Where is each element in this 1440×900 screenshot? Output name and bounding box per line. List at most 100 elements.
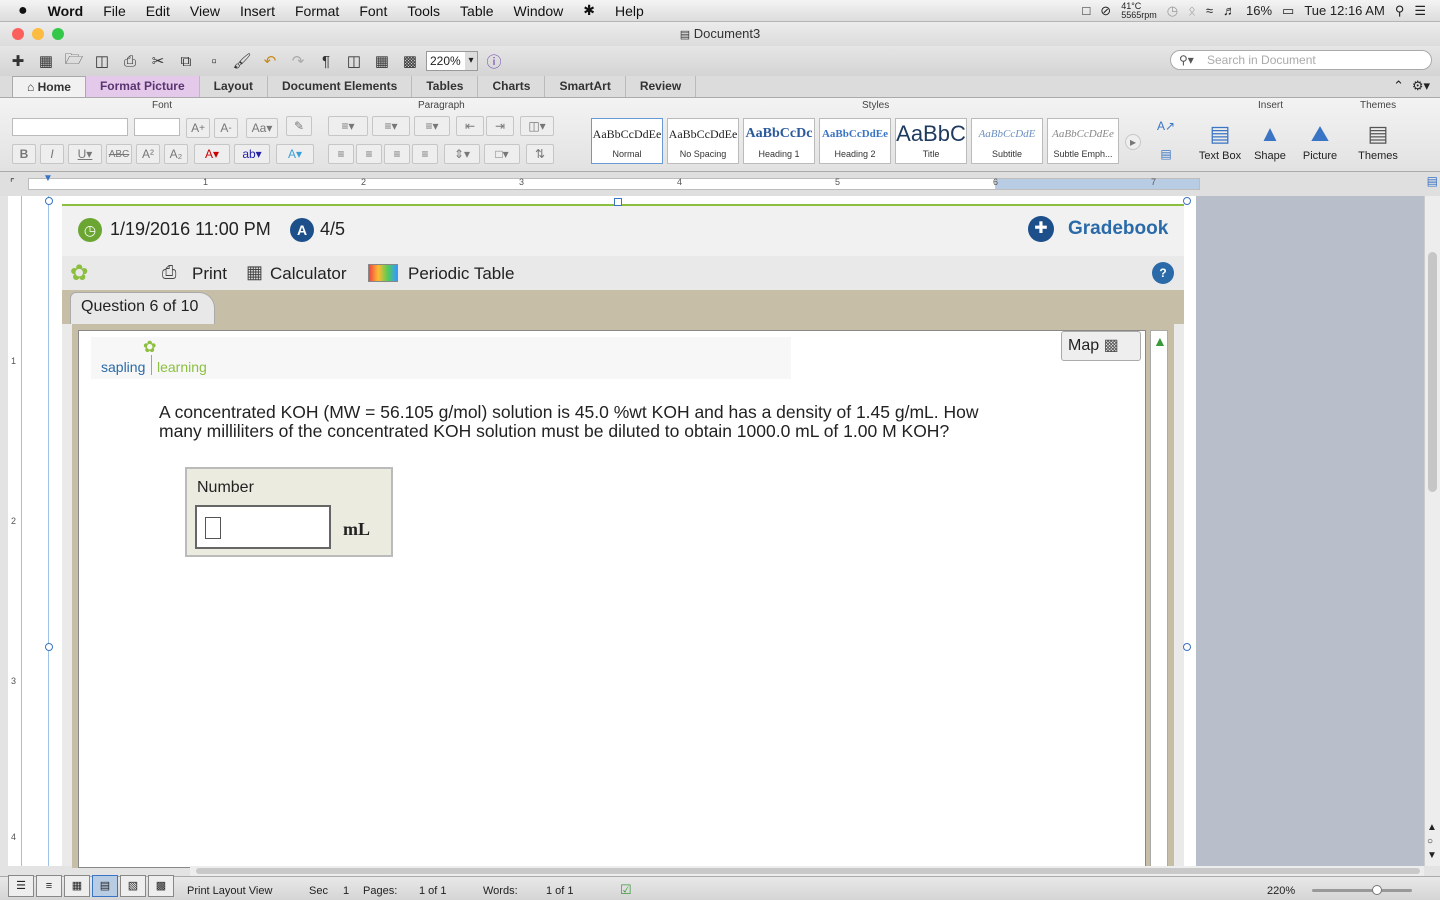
- style-subtle-emphasis[interactable]: AaBbCcDdEe Subtle Emph...: [1047, 118, 1119, 164]
- volume-icon[interactable]: ♬: [1223, 3, 1236, 18]
- multilevel-list-button[interactable]: ≡▾: [414, 116, 450, 136]
- manage-styles-icon[interactable]: ▤: [1152, 144, 1180, 164]
- periodic-table-icon[interactable]: [368, 264, 398, 282]
- open-folder-icon[interactable]: 🗁: [62, 50, 86, 72]
- copy-icon[interactable]: ⧉: [174, 50, 198, 72]
- tab-home[interactable]: ⌂ Home: [12, 76, 86, 97]
- dropbox-icon[interactable]: □: [1082, 3, 1090, 18]
- toolbox-icon[interactable]: ▩: [398, 50, 422, 72]
- menu-format[interactable]: Format: [285, 3, 349, 19]
- spelling-check-icon[interactable]: ☑: [620, 882, 632, 898]
- calculator-tool[interactable]: Calculator: [270, 264, 347, 284]
- bluetooth-icon[interactable]: ᛟ: [1188, 3, 1196, 18]
- decrease-indent-button[interactable]: ⇤: [456, 116, 484, 136]
- print-tool-icon[interactable]: ⎙: [162, 262, 176, 283]
- columns-button[interactable]: ◫▾: [520, 116, 554, 136]
- scroll-up-arrow-icon[interactable]: ▲: [1153, 333, 1167, 349]
- style-no-spacing[interactable]: AaBbCcDdEe No Spacing: [667, 118, 739, 164]
- save-icon[interactable]: ◫: [90, 50, 114, 72]
- temp-readout[interactable]: 41°C 5565rpm: [1121, 1, 1157, 20]
- zoom-slider-knob[interactable]: [1372, 885, 1382, 895]
- ruler-toggle-icon[interactable]: ▤: [1427, 174, 1438, 188]
- align-center-button[interactable]: ≡: [356, 144, 382, 164]
- periodic-table-tool[interactable]: Periodic Table: [408, 264, 514, 284]
- insert-text-box-button[interactable]: ▤ Text Box: [1196, 118, 1244, 168]
- format-painter-icon[interactable]: 🖌: [230, 50, 254, 72]
- answer-input[interactable]: [195, 505, 331, 549]
- font-color-button[interactable]: A▾: [194, 144, 230, 164]
- redo-icon[interactable]: ↷: [286, 50, 310, 72]
- publishing-view-icon[interactable]: ▦: [64, 875, 90, 897]
- sync-icon[interactable]: ⊘: [1100, 3, 1111, 19]
- print-layout-view-icon[interactable]: ▤: [92, 875, 118, 897]
- vertical-ruler[interactable]: 1 2 3 4: [8, 196, 22, 866]
- wifi-icon[interactable]: ≈: [1206, 3, 1213, 18]
- text-effects-button[interactable]: A▾: [276, 144, 314, 164]
- minimize-window-button[interactable]: [32, 28, 44, 40]
- spotlight-icon[interactable]: ⚲: [1395, 3, 1405, 19]
- gradebook-icon[interactable]: ✚: [1028, 216, 1054, 242]
- focus-view-icon[interactable]: ▩: [148, 875, 174, 897]
- tab-charts[interactable]: Charts: [478, 76, 546, 97]
- selected-picture[interactable]: ◷ 1/19/2016 11:00 PM A 4/5 ✚ Gradebook ✿…: [62, 204, 1184, 868]
- undo-icon[interactable]: ↶: [258, 50, 282, 72]
- increase-indent-button[interactable]: ⇥: [486, 116, 514, 136]
- bullets-button[interactable]: ≡▾: [328, 116, 368, 136]
- horizontal-scrollbar[interactable]: [190, 866, 1424, 876]
- numbering-button[interactable]: ≡▾: [372, 116, 410, 136]
- themes-button[interactable]: ▤ Themes: [1354, 118, 1402, 168]
- clock[interactable]: Tue 12:16 AM: [1304, 3, 1384, 18]
- print-icon[interactable]: ⎙: [118, 50, 142, 72]
- strikethrough-button[interactable]: ABC: [106, 144, 132, 164]
- menu-tools[interactable]: Tools: [397, 3, 450, 19]
- zoom-slider[interactable]: [1312, 885, 1412, 895]
- question-scrollbar[interactable]: ▲: [1150, 330, 1168, 868]
- browse-object-icon[interactable]: ○: [1427, 836, 1433, 847]
- selection-handle[interactable]: [45, 643, 53, 651]
- clear-formatting-button[interactable]: ✎: [286, 116, 312, 136]
- gradebook-link[interactable]: Gradebook: [1068, 218, 1168, 240]
- tab-stop-icon[interactable]: ⌜: [10, 178, 15, 189]
- scroll-thumb[interactable]: [1428, 252, 1437, 492]
- font-size-field[interactable]: [134, 118, 180, 136]
- line-spacing-button[interactable]: ⇕▾: [444, 144, 480, 164]
- tab-document-elements[interactable]: Document Elements: [268, 76, 413, 97]
- search-input[interactable]: ⚲▾ Search in Document: [1170, 50, 1432, 70]
- help-circle-icon[interactable]: ?: [1152, 262, 1174, 284]
- previous-page-icon[interactable]: ▲: [1427, 822, 1437, 833]
- align-right-button[interactable]: ≡: [384, 144, 410, 164]
- change-case-button[interactable]: Aa▾: [246, 118, 278, 138]
- notification-center-icon[interactable]: ☰: [1414, 3, 1426, 19]
- calculator-icon[interactable]: ▦: [246, 262, 263, 283]
- indent-marker-icon[interactable]: ▼: [43, 173, 53, 184]
- print-tool[interactable]: Print: [192, 264, 227, 284]
- menu-insert[interactable]: Insert: [230, 3, 285, 19]
- apple-menu-icon[interactable]: ●: [0, 2, 38, 20]
- time-machine-icon[interactable]: ◷: [1167, 3, 1178, 19]
- ribbon-settings-icon[interactable]: ⚙▾: [1412, 78, 1430, 94]
- script-menu-icon[interactable]: ✱: [573, 2, 605, 19]
- styles-pane-icon[interactable]: A↗: [1152, 116, 1180, 136]
- menu-word[interactable]: Word: [38, 3, 94, 19]
- font-name-field[interactable]: [12, 118, 128, 136]
- tab-smartart[interactable]: SmartArt: [545, 76, 626, 97]
- style-heading-2[interactable]: AaBbCcDdEe Heading 2: [819, 118, 891, 164]
- menu-file[interactable]: File: [93, 3, 136, 19]
- italic-button[interactable]: I: [40, 144, 64, 164]
- menu-table[interactable]: Table: [450, 3, 503, 19]
- hscroll-thumb[interactable]: [196, 868, 1420, 874]
- menu-view[interactable]: View: [180, 3, 230, 19]
- tab-tables[interactable]: Tables: [412, 76, 479, 97]
- battery-percent[interactable]: 16%: [1246, 3, 1272, 18]
- selection-handle[interactable]: [1183, 197, 1191, 205]
- sidebar-icon[interactable]: ◫: [342, 50, 366, 72]
- style-subtitle[interactable]: AaBbCcDdE Subtitle: [971, 118, 1043, 164]
- grow-font-button[interactable]: A +: [186, 118, 210, 138]
- close-window-button[interactable]: [12, 28, 24, 40]
- style-title[interactable]: AaBbC Title: [895, 118, 967, 164]
- paste-icon[interactable]: ▫: [202, 50, 226, 72]
- cut-icon[interactable]: ✂: [146, 50, 170, 72]
- ruler-bar[interactable]: 1 2 3 4 5 6 7 ▼: [28, 173, 1200, 190]
- battery-icon[interactable]: ▭: [1282, 3, 1294, 19]
- highlight-button[interactable]: ab▾: [234, 144, 270, 164]
